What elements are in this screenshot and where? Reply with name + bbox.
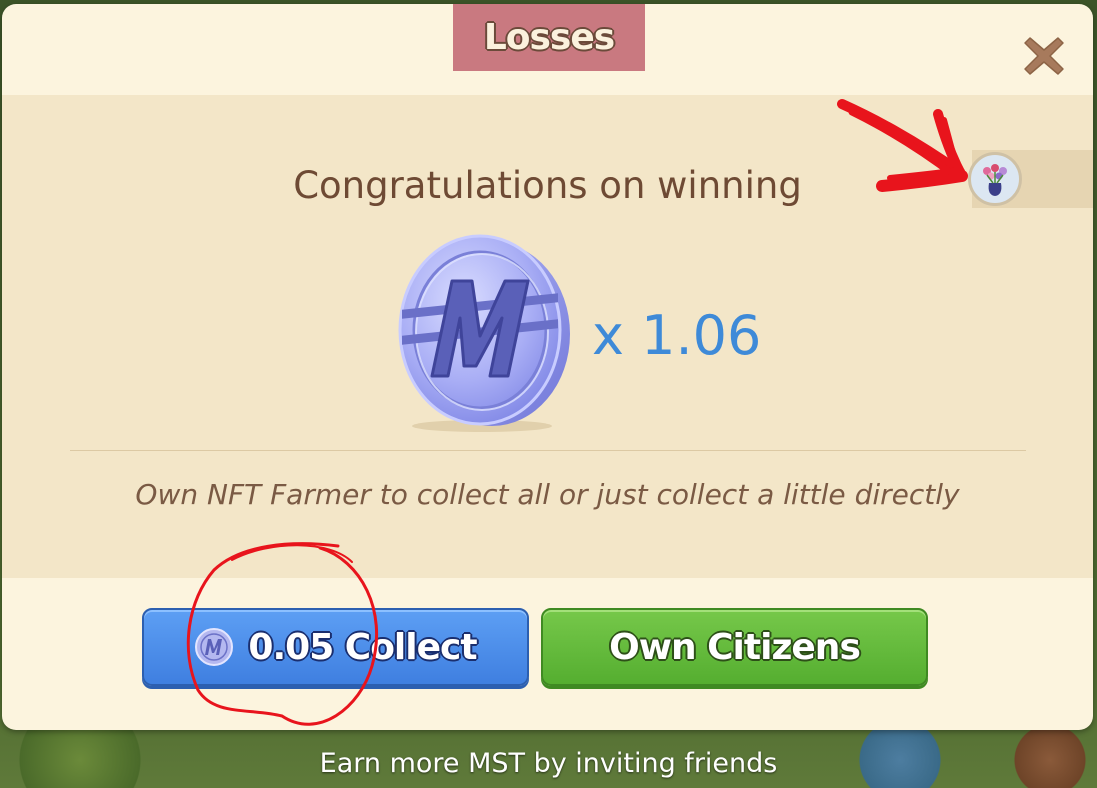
hint-text: Own NFT Farmer to collect all or just co… <box>135 478 960 511</box>
dialog-title: Losses <box>483 17 615 58</box>
m-coin-icon <box>380 226 580 436</box>
m-coin-small-icon <box>195 628 234 666</box>
close-button[interactable] <box>1022 34 1066 78</box>
congratulations-text: Congratulations on winning <box>293 164 802 207</box>
collect-button-label: 0.05 Collect <box>248 626 477 668</box>
own-citizens-button-label: Own Citizens <box>609 626 861 668</box>
title-tab: Losses <box>453 4 645 71</box>
reward-dialog: Losses Congratulations on winning x 1.06… <box>2 4 1093 730</box>
own-citizens-button[interactable]: Own Citizens <box>541 608 928 686</box>
invite-banner-text: Earn more MST by inviting friends <box>319 748 778 779</box>
collect-button[interactable]: 0.05 Collect <box>142 608 529 686</box>
close-icon <box>1024 37 1064 75</box>
reward-multiplier: x 1.06 <box>592 304 762 367</box>
divider <box>70 450 1026 451</box>
